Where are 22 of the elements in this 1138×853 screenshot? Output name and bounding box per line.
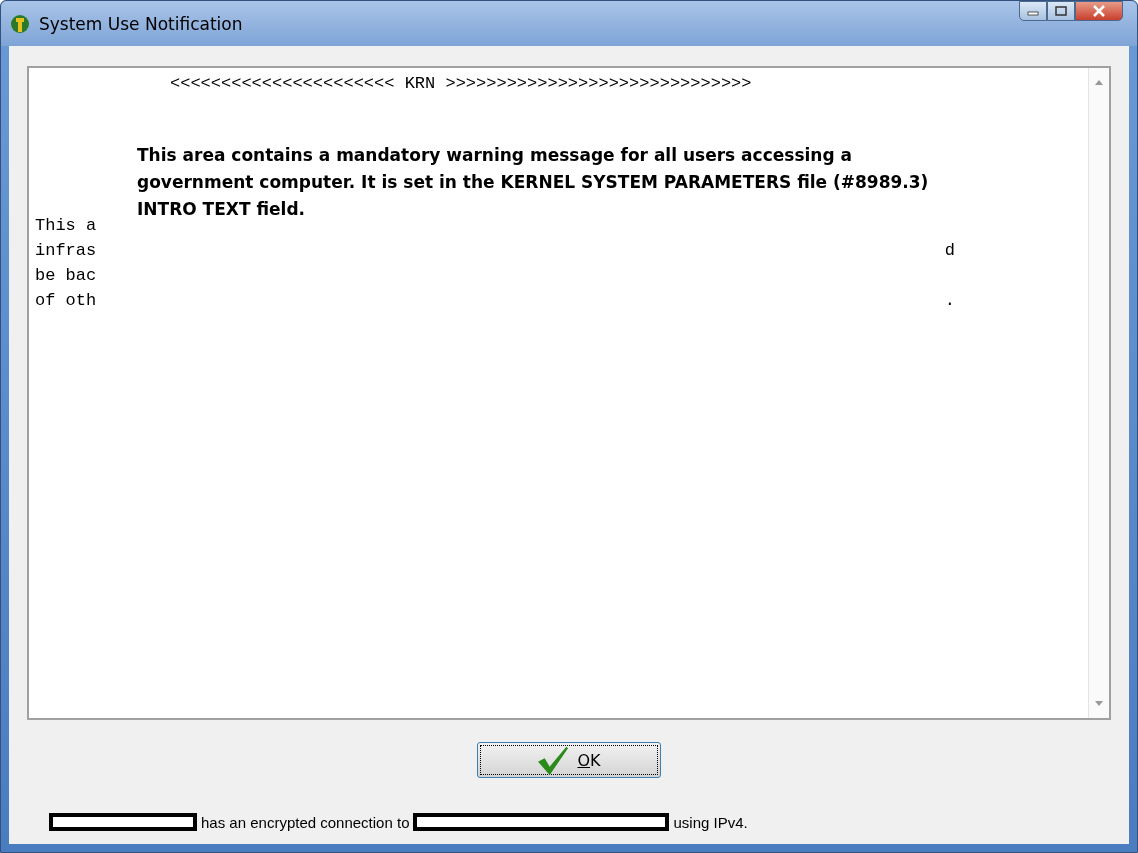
status-text: has an encrypted connection to xyxy=(201,813,410,831)
maximize-icon xyxy=(1055,6,1067,16)
message-text: d xyxy=(944,240,955,262)
scrollbar[interactable] xyxy=(1088,68,1109,718)
scroll-up-icon[interactable] xyxy=(1095,80,1103,85)
status-text: using IPv4. xyxy=(673,813,748,831)
message-text: This a xyxy=(35,215,97,237)
minimize-button[interactable] xyxy=(1019,1,1047,21)
window-title: System Use Notification xyxy=(39,13,243,34)
annotation-text: This area contains a mandatory warning message for all users accessing a government computer. It is set in the KERNEL SYSTEM PARAMETERS file (#8989.3) INTRO TEXT field. xyxy=(137,144,930,221)
ok-button[interactable]: OK xyxy=(477,742,661,778)
close-icon xyxy=(1092,5,1106,17)
scroll-down-icon[interactable] xyxy=(1095,701,1103,706)
app-icon xyxy=(9,12,31,35)
close-button[interactable] xyxy=(1075,1,1123,21)
message-text: be bac xyxy=(35,265,97,287)
maximize-button[interactable] xyxy=(1047,1,1075,21)
message-text: infras xyxy=(35,240,97,262)
banner-text: <<<<<<<<<<<<<<<<<<<<<< KRN >>>>>>>>>>>>>>>>>>>>>>>>>>>>>> xyxy=(169,74,753,93)
message-text: of oth xyxy=(35,290,97,312)
checkmark-icon xyxy=(536,745,570,775)
message-text: . xyxy=(944,290,955,312)
